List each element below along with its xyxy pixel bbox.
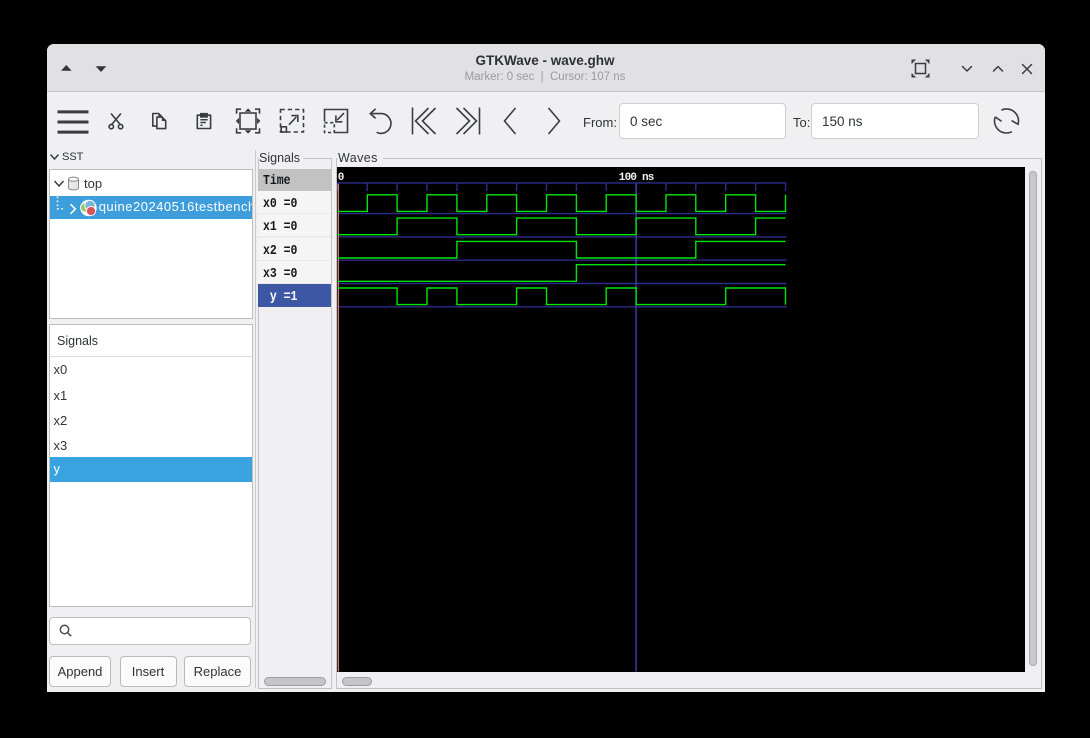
svg-text:0: 0	[338, 172, 344, 184]
svg-text:100 ns: 100 ns	[619, 172, 654, 184]
